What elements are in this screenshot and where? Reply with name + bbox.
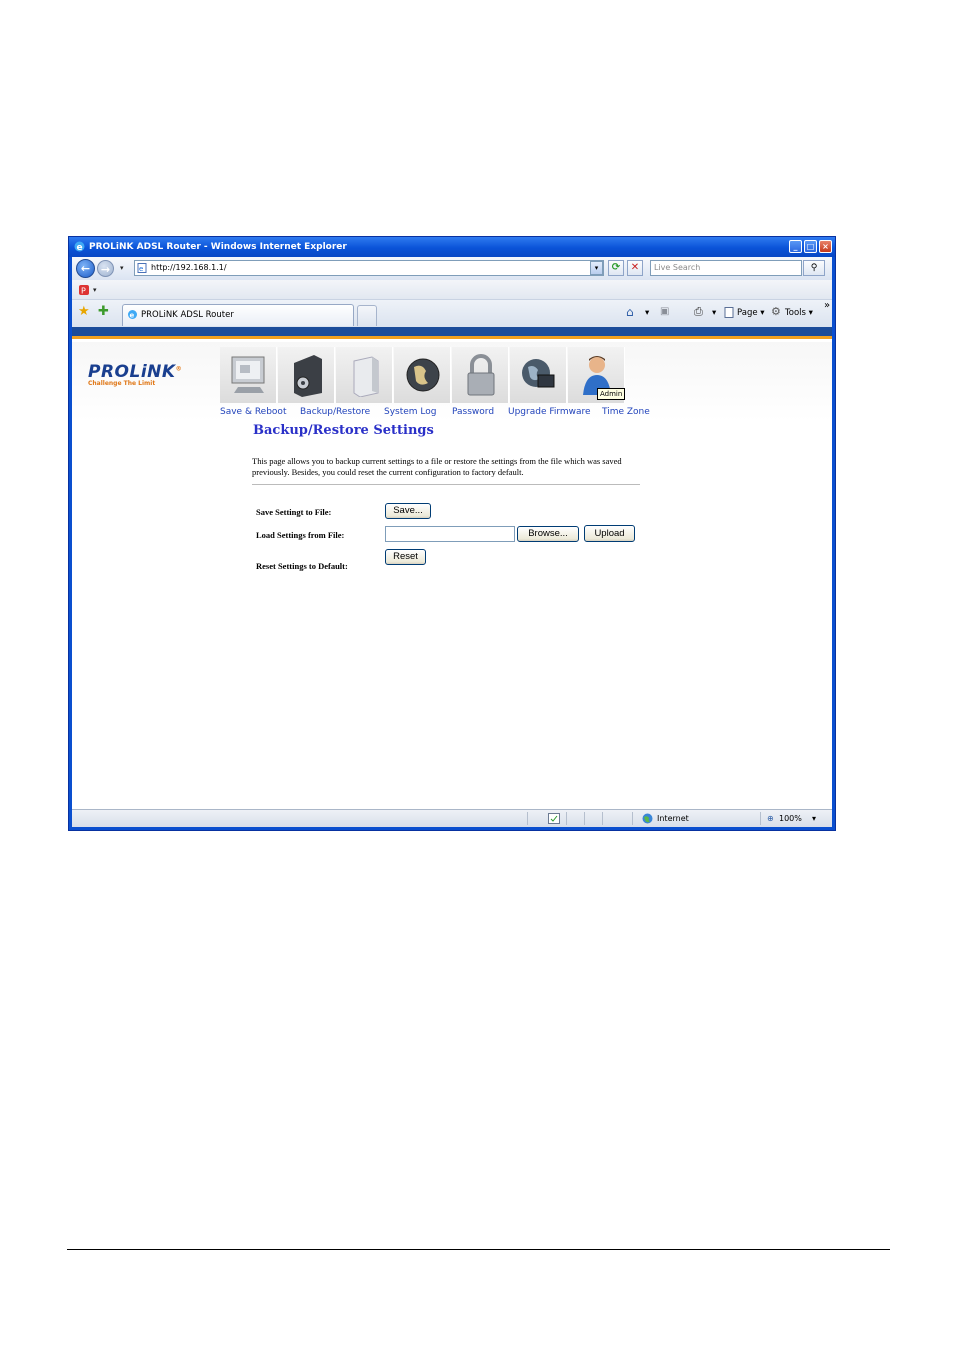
admin-tooltip: Admin — [597, 388, 626, 400]
reset-button[interactable]: Reset — [385, 549, 426, 565]
load-settings-label: Load Settings from File: — [256, 530, 345, 540]
upload-button[interactable]: Upload — [584, 525, 635, 542]
refresh-button[interactable]: ⟳ — [608, 260, 624, 276]
back-button[interactable]: ← — [76, 259, 95, 278]
nav-link-system-log[interactable]: System Log — [384, 407, 437, 417]
nav-link-time-zone[interactable]: Time Zone — [602, 407, 650, 417]
security-zone-label: Internet — [657, 814, 689, 823]
tab-bar: ★ ✚ e PROLiNK ADSL Router ⌂ ▾ ▣ ⎙ ▾ Page… — [72, 300, 832, 327]
address-bar[interactable]: e http://192.168.1.1/ — [134, 260, 604, 276]
svg-text:e: e — [77, 243, 83, 253]
window-title: PROLiNK ADSL Router - Windows Internet E… — [89, 242, 347, 252]
tower-pc-icon — [353, 356, 379, 397]
address-dropdown[interactable]: ▾ — [590, 261, 603, 275]
close-button[interactable]: × — [819, 240, 832, 253]
tools-gear-icon: ⚙ — [771, 305, 781, 318]
padlock-icon — [467, 354, 495, 396]
zoom-icon: ⊕ — [767, 814, 774, 823]
navigation-bar: ← → ▾ e http://192.168.1.1/ ▾ ⟳ ✕ Live S… — [72, 257, 832, 280]
ie-logo-icon: e — [74, 241, 85, 253]
tools-menu-caret: ▾ — [808, 308, 813, 318]
status-separator — [527, 812, 528, 825]
page-menu-caret: ▾ — [760, 308, 765, 318]
address-text: http://192.168.1.1/ — [151, 263, 227, 272]
protected-mode-icon[interactable] — [548, 813, 560, 824]
globe-monitor-icon — [522, 359, 555, 388]
page-menu[interactable]: Page ▾ — [737, 308, 765, 318]
search-button[interactable]: ⚲ — [803, 260, 825, 276]
divider — [252, 484, 640, 485]
ie-page-icon: e — [128, 310, 137, 320]
ie-window: e PROLiNK ADSL Router - Windows Internet… — [68, 236, 836, 831]
monitor-icon — [231, 356, 265, 393]
registered-mark: ® — [175, 365, 183, 373]
tools-menu[interactable]: Tools ▾ — [785, 308, 813, 318]
nav-tile-password[interactable] — [394, 347, 451, 403]
file-path-input[interactable] — [385, 526, 515, 542]
nav-tile-system-log[interactable] — [336, 347, 393, 403]
search-icon: ⚲ — [810, 263, 818, 273]
minimize-button[interactable]: _ — [789, 240, 802, 253]
status-separator — [760, 812, 761, 825]
title-bar: e PROLiNK ADSL Router - Windows Internet… — [69, 237, 835, 257]
page-description: This page allows you to backup current s… — [252, 456, 622, 477]
tools-menu-label: Tools — [785, 308, 806, 318]
svg-text:e: e — [139, 265, 143, 273]
forward-button[interactable]: → — [97, 260, 114, 277]
svg-text:e: e — [130, 312, 135, 320]
stop-button[interactable]: ✕ — [627, 260, 643, 276]
addon-dropdown[interactable]: ▾ — [93, 286, 97, 294]
nav-link-upgrade-firmware[interactable]: Upgrade Firmware — [508, 407, 591, 417]
status-separator — [584, 812, 585, 825]
favorites-star-icon[interactable]: ★ — [78, 305, 90, 318]
page-title: Backup/Restore Settings — [253, 423, 434, 438]
page-icon: e — [137, 263, 147, 273]
tab-label: PROLiNK ADSL Router — [141, 310, 234, 320]
status-separator — [566, 812, 567, 825]
links-bar: P ▾ — [72, 280, 832, 300]
zoom-level[interactable]: 100% — [779, 813, 802, 824]
brand-name: PROLiNK — [88, 362, 176, 382]
page-menu-label: Page — [737, 308, 758, 318]
nav-tile-upgrade-firmware[interactable] — [452, 347, 509, 403]
new-tab-button[interactable] — [357, 305, 377, 326]
chevron-more-icon[interactable]: » — [824, 300, 830, 311]
page-menu-icon — [724, 307, 734, 318]
recent-pages-dropdown[interactable]: ▾ — [120, 264, 124, 272]
reset-settings-label: Reset Settings to Default: — [256, 561, 348, 571]
nav-link-save-reboot[interactable]: Save & Reboot — [220, 407, 286, 417]
nav-link-password[interactable]: Password — [452, 407, 494, 417]
globe-icon — [406, 358, 440, 392]
server-gear-icon — [294, 355, 322, 397]
svg-text:P: P — [81, 287, 86, 296]
nav-link-backup-restore[interactable]: Backup/Restore — [300, 407, 370, 417]
print-icon[interactable]: ⎙ — [694, 305, 703, 319]
home-icon[interactable]: ⌂ — [626, 305, 634, 319]
maximize-button[interactable]: □ — [804, 240, 817, 253]
save-button[interactable]: Save... — [385, 503, 431, 519]
home-dropdown[interactable]: ▾ — [645, 308, 649, 318]
add-favorites-icon[interactable]: ✚ — [98, 305, 109, 318]
print-dropdown[interactable]: ▾ — [712, 308, 716, 318]
status-bar: Internet ⊕ 100% ▾ — [72, 809, 832, 827]
feeds-icon[interactable]: ▣ — [660, 306, 669, 317]
status-separator — [602, 812, 603, 825]
nav-tile-time-zone[interactable] — [510, 347, 567, 403]
tab-prolink-router[interactable]: e PROLiNK ADSL Router — [122, 304, 354, 326]
status-separator — [632, 812, 633, 825]
save-settings-label: Save Settingt to File: — [256, 507, 332, 517]
document-footer-rule — [67, 1249, 890, 1250]
nav-tile-save-reboot[interactable] — [220, 347, 277, 403]
browse-button[interactable]: Browse... — [517, 526, 579, 542]
search-input[interactable]: Live Search — [650, 260, 802, 276]
nav-tile-backup-restore[interactable] — [278, 347, 335, 403]
internet-globe-icon — [642, 813, 653, 824]
toolbar-addon-icon[interactable]: P — [78, 284, 90, 296]
zoom-dropdown[interactable]: ▾ — [812, 813, 816, 824]
header-bar — [72, 327, 832, 339]
page-content: PROLiNK® Challenge The Limit Save & Rebo… — [72, 327, 832, 811]
prolink-logo: PROLiNK® Challenge The Limit — [88, 362, 182, 387]
